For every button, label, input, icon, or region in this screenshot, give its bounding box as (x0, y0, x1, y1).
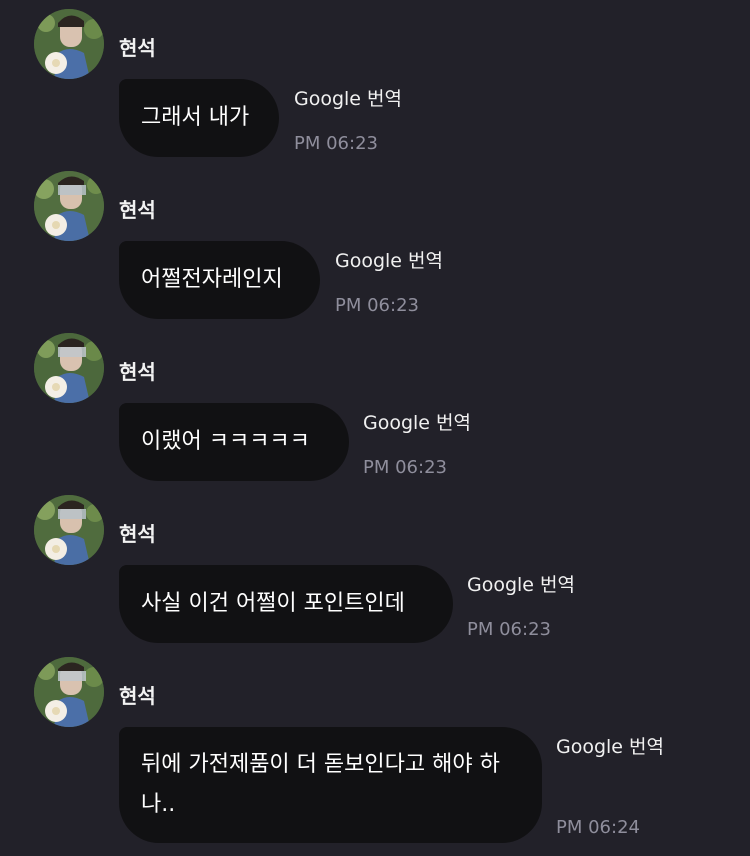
message-bubble[interactable]: 뒤에 가전제품이 더 돋보인다고 해야 하나.. (119, 727, 542, 843)
google-translate-link[interactable]: Google 번역 (335, 249, 443, 273)
sender-name: 현석 (119, 522, 156, 546)
message-bubble[interactable]: 사실 이건 어쩔이 포인트인데 (119, 565, 453, 643)
message-time: PM 06:24 (556, 817, 640, 838)
avatar[interactable] (34, 495, 104, 565)
google-translate-link[interactable]: Google 번역 (363, 411, 471, 435)
message-time: PM 06:23 (363, 457, 447, 478)
message-time: PM 06:23 (335, 295, 419, 316)
sender-name: 현석 (119, 198, 156, 222)
sender-name: 현석 (119, 684, 156, 708)
avatar[interactable] (34, 333, 104, 403)
sender-name: 현석 (119, 36, 156, 60)
google-translate-link[interactable]: Google 번역 (467, 573, 575, 597)
avatar[interactable] (34, 657, 104, 727)
message-time: PM 06:23 (294, 133, 378, 154)
message-bubble[interactable]: 어쩔전자레인지 (119, 241, 320, 319)
google-translate-link[interactable]: Google 번역 (556, 735, 664, 759)
avatar[interactable] (34, 9, 104, 79)
message-time: PM 06:23 (467, 619, 551, 640)
sender-name: 현석 (119, 360, 156, 384)
message-bubble[interactable]: 그래서 내가 (119, 79, 279, 157)
google-translate-link[interactable]: Google 번역 (294, 87, 402, 111)
message-bubble[interactable]: 이랬어 ㅋㅋㅋㅋㅋ (119, 403, 349, 481)
avatar[interactable] (34, 171, 104, 241)
